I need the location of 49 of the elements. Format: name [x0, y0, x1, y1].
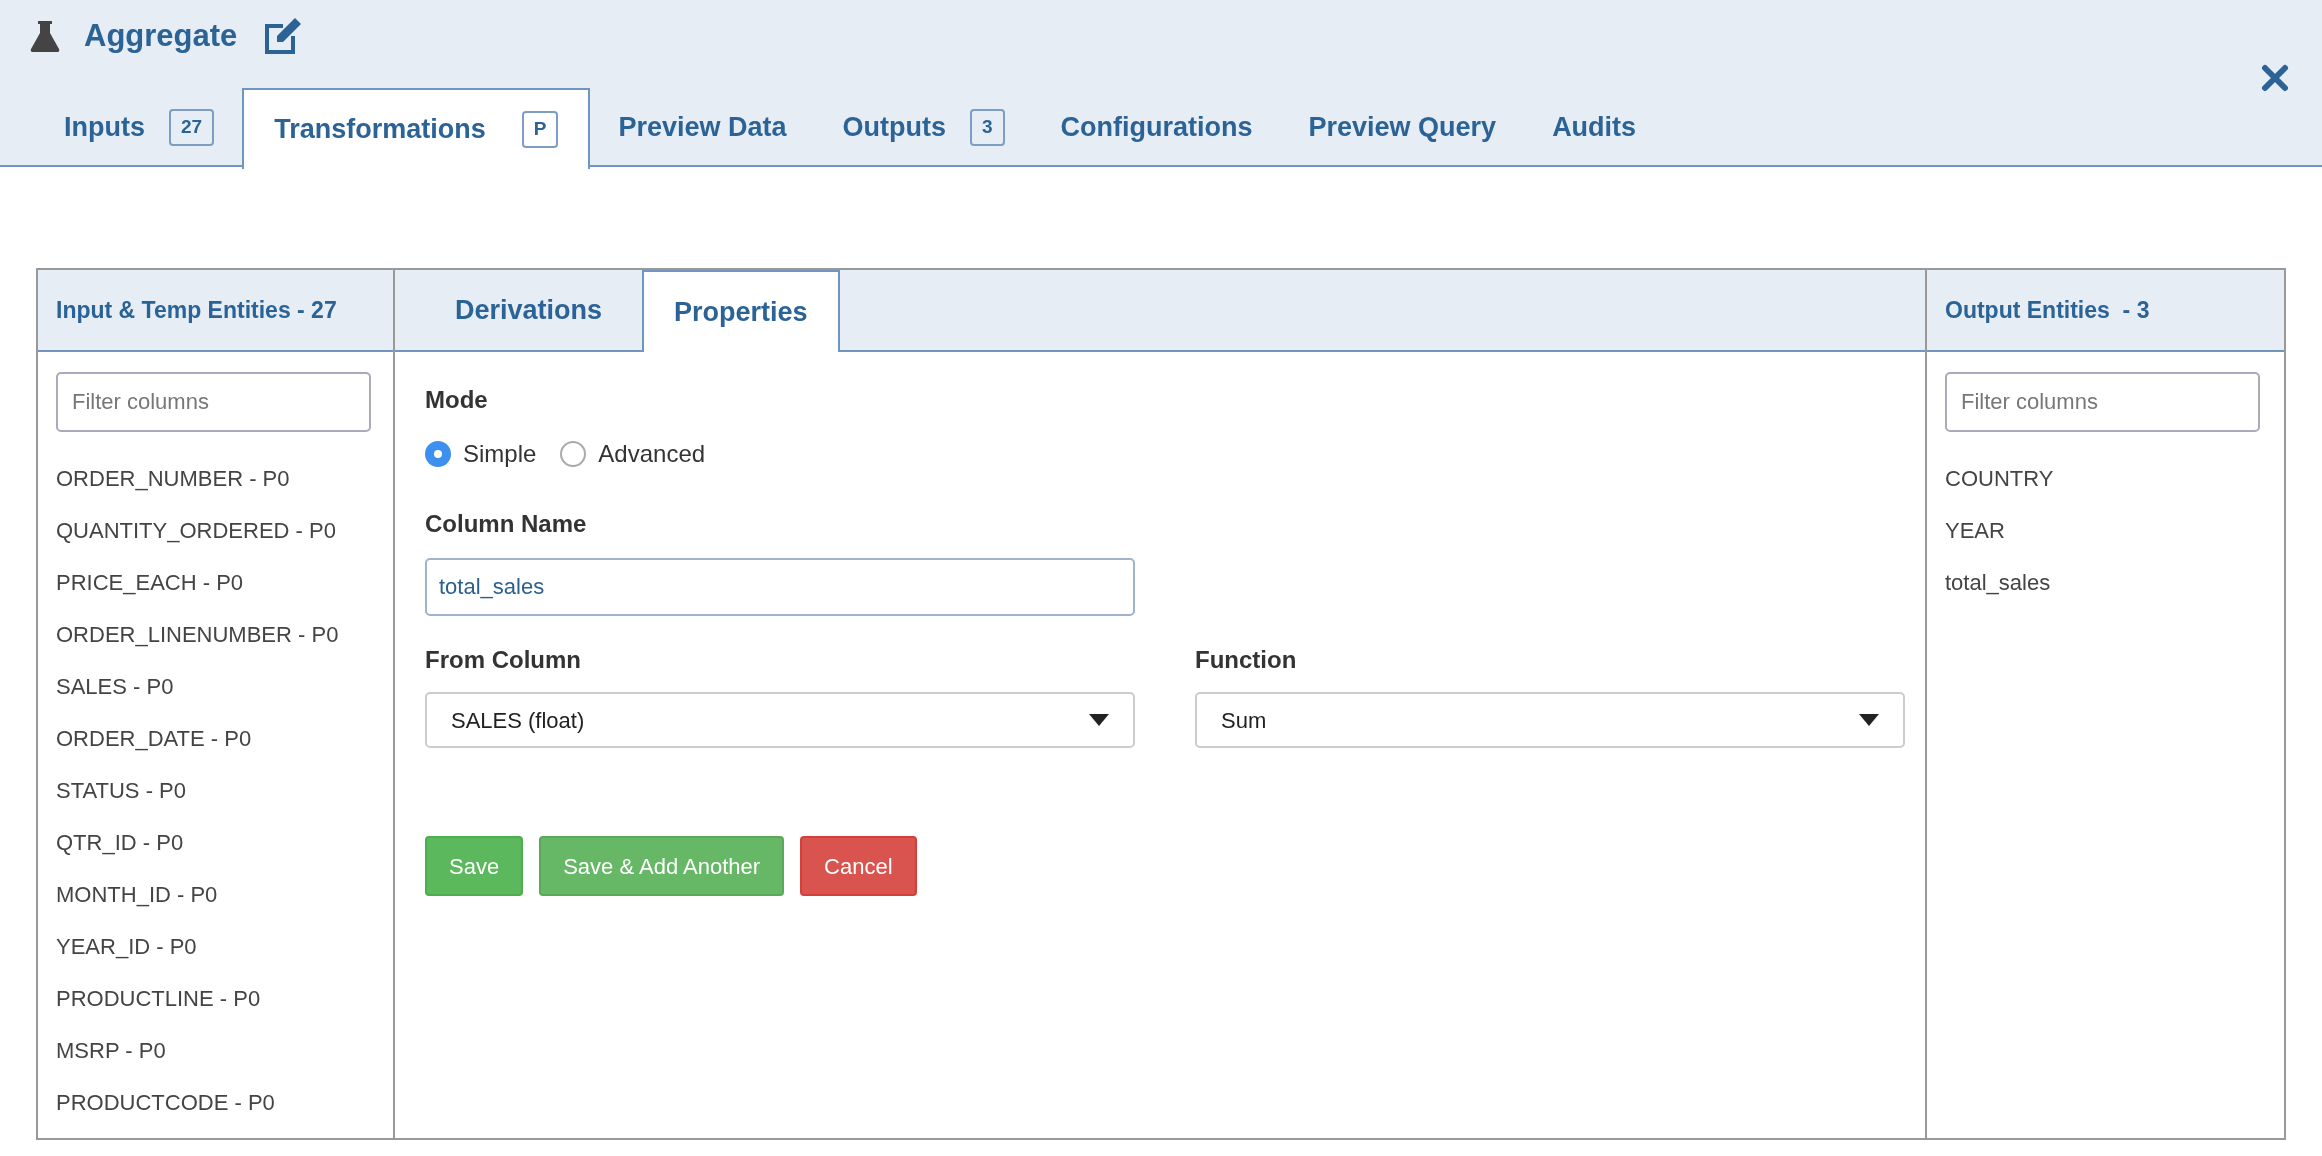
column-item[interactable]: YEAR_ID - P0 — [56, 930, 375, 982]
field-label: Column Name — [425, 509, 588, 539]
column-item[interactable]: SALES - P0 — [56, 670, 375, 722]
tab[interactable]: Preview Data — [590, 88, 815, 167]
column-item[interactable]: MONTH_ID - P0 — [56, 878, 375, 930]
column-name-field[interactable]: total_sales — [425, 558, 1135, 616]
caret-icon — [1089, 714, 1109, 726]
column-item[interactable]: total_sales — [1945, 566, 2266, 618]
column-item[interactable]: QTR_ID - P0 — [56, 826, 375, 878]
tab[interactable]: Outputs 3 — [814, 88, 1033, 167]
column-item[interactable]: ORDER_DATE - P0 — [56, 722, 375, 774]
panel-title: Output Entities - 3 — [1945, 295, 2150, 325]
field-label: Function — [1195, 645, 1298, 675]
column-item[interactable]: ORDER_NUMBER - P0 — [56, 462, 375, 514]
field-label: From Column — [425, 645, 582, 675]
column-item[interactable]: PRICE_EACH - P0 — [56, 566, 375, 618]
count-badge: 27 — [169, 109, 215, 146]
page-title: Aggregate — [84, 16, 238, 55]
field-label: Mode — [425, 385, 489, 415]
column-item[interactable]: PRODUCTLINE - P0 — [56, 982, 375, 1034]
tab[interactable]: Inputs 27 — [36, 88, 243, 167]
tab[interactable]: Configurations — [1032, 88, 1281, 167]
caret-icon — [1859, 714, 1879, 726]
tab[interactable]: Transformations P — [242, 88, 591, 169]
column-item[interactable]: ORDER_LINENUMBER - P0 — [56, 618, 375, 670]
column-item[interactable]: STATUS - P0 — [56, 774, 375, 826]
filter-field[interactable]: Filter columns — [56, 372, 371, 432]
from-column-select[interactable]: SALES (float) — [425, 692, 1135, 748]
radio-label: Advanced — [598, 439, 706, 469]
flask-icon — [30, 19, 60, 53]
column-item[interactable]: COUNTRY — [1945, 462, 2266, 514]
filter-field[interactable]: Filter columns — [1945, 372, 2260, 432]
radio-button[interactable] — [425, 441, 451, 467]
function-select[interactable]: Sum — [1195, 692, 1905, 748]
column-item[interactable]: YEAR — [1945, 514, 2266, 566]
column-item[interactable]: MSRP - P0 — [56, 1034, 375, 1086]
panel-title: Input & Temp Entities - 27 — [56, 295, 337, 325]
subtab[interactable]: Derivations — [415, 270, 643, 350]
radio-label: Simple — [463, 439, 537, 469]
tab[interactable]: Audits — [1524, 88, 1665, 167]
count-badge: 3 — [969, 109, 1005, 146]
column-item[interactable]: PRODUCTCODE - P0 — [56, 1086, 375, 1138]
radio-button[interactable] — [560, 441, 587, 467]
count-badge: P — [521, 111, 559, 148]
tab[interactable]: Preview Query — [1280, 88, 1525, 167]
subtab[interactable]: Properties — [642, 270, 840, 352]
column-item[interactable]: QUANTITY_ORDERED - P0 — [56, 514, 375, 566]
close-icon[interactable] — [2261, 64, 2289, 92]
action-button[interactable]: Cancel — [800, 836, 917, 896]
